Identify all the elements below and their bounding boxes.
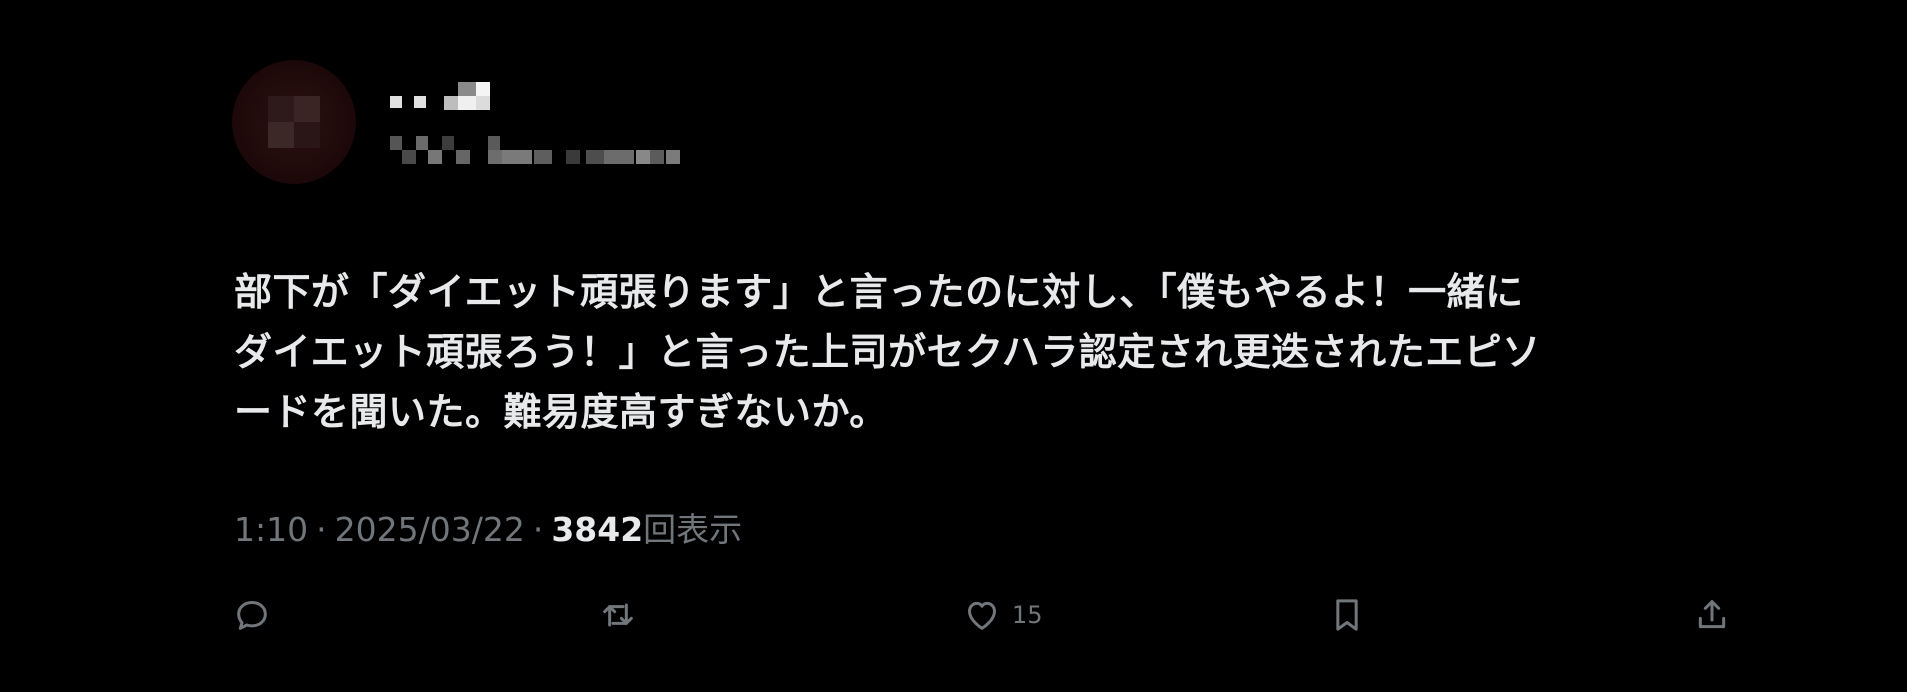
tweet-date[interactable]: 2025/03/22 [335, 510, 525, 549]
like-button[interactable]: 15 [962, 590, 1043, 640]
reply-icon [232, 595, 272, 635]
views-count[interactable]: 3842 [551, 510, 643, 549]
meta-separator: · [532, 510, 544, 549]
tweet-card: 部下が「ダイエット頑張ります」と言ったのに対し、「僕もやるよ！一緒に ダイエット… [0, 0, 1907, 692]
tweet-text-line: ダイエット頑張ろう！」と言った上司がセクハラ認定され更迭されたエピソ [234, 330, 1541, 374]
tweet-text-line: 部下が「ダイエット頑張ります」と言ったのに対し、「僕もやるよ！一緒に [234, 270, 1524, 314]
author-handle-censored[interactable] [390, 132, 690, 166]
retweet-button[interactable] [598, 590, 638, 640]
tweet-time[interactable]: 1:10 [234, 510, 308, 549]
tweet-actions: 15 [0, 590, 1907, 640]
retweet-icon [598, 595, 638, 635]
reply-button[interactable] [232, 590, 272, 640]
meta-separator: · [316, 510, 327, 549]
tweet-text-line: ードを聞いた。難易度高すぎないか。 [234, 390, 888, 434]
like-count: 15 [1012, 601, 1043, 629]
author-name-censored[interactable] [390, 78, 530, 112]
views-label: 回表示 [643, 510, 743, 549]
tweet-text: 部下が「ダイエット頑張ります」と言ったのに対し、「僕もやるよ！一緒に ダイエット… [234, 262, 1694, 442]
tweet-meta: 1:10 · 2025/03/22 · 3842回表示 [234, 505, 742, 555]
share-button[interactable] [1692, 590, 1732, 640]
bookmark-button[interactable] [1327, 590, 1367, 640]
author-avatar[interactable] [232, 60, 356, 184]
share-icon [1692, 595, 1732, 635]
heart-icon [962, 595, 1002, 635]
bookmark-icon [1327, 595, 1367, 635]
